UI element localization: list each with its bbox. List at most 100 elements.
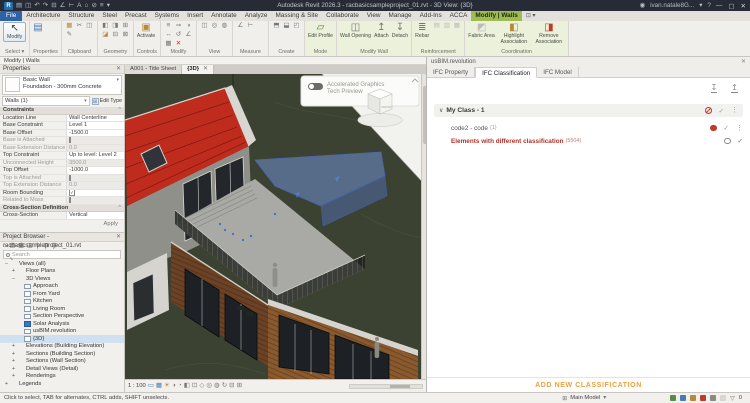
browser-item-renderings[interactable]: +Renderings <box>0 373 124 381</box>
create-group-icon[interactable]: ⬒ <box>272 22 281 30</box>
create-assembly-icon[interactable]: ◰ <box>292 22 301 30</box>
browser-item-3d-views[interactable]: −3D Views <box>0 275 124 283</box>
add-new-classification-button[interactable]: ADD NEW CLASSIFICATION <box>427 377 750 392</box>
different-classification-row[interactable]: Elements with different classification (… <box>451 135 743 147</box>
rebar-button[interactable]: ≣Rebar <box>415 22 429 40</box>
remove-association-button[interactable]: ◨Remove Association <box>533 22 565 45</box>
browser-item-usbim-revolution[interactable]: usBIM.revolution <box>0 328 124 336</box>
ribbon-tab-collaborate[interactable]: Collaborate <box>322 11 363 21</box>
align-icon[interactable]: ≡ <box>164 22 173 30</box>
classification-code-row[interactable]: code2 - code (1) ✓ ⋮ <box>451 122 743 134</box>
properties-close-icon[interactable]: ✕ <box>116 65 121 73</box>
browser-edit-icon[interactable]: ✎ <box>36 242 41 250</box>
save-icon[interactable]: ◫ <box>25 0 31 11</box>
browser-item-living-room[interactable]: Living Room <box>0 305 124 313</box>
browser-item--3d-[interactable]: {3D} <box>0 335 124 343</box>
group-collapse-icon[interactable]: ^ <box>118 205 124 212</box>
browser-item-sections-building-section-[interactable]: +Sections (Building Section) <box>0 350 124 358</box>
tree-expand-icon[interactable]: + <box>10 351 17 357</box>
ribbon-tab-view[interactable]: View <box>363 11 385 21</box>
undo-icon[interactable]: ↶ <box>34 0 39 11</box>
edit-type-button[interactable]: ⊞ Edit Type <box>92 98 122 105</box>
ribbon-tab-manage[interactable]: Manage <box>385 11 416 21</box>
constraints-icon[interactable]: ⊟ <box>229 380 234 392</box>
measure-icon[interactable]: ∠ <box>60 0 66 11</box>
model-3d-view[interactable]: Accelerated Graphics Tech Preview FRONT <box>125 74 426 379</box>
text-icon[interactable]: A <box>77 0 81 11</box>
apply-button[interactable]: Apply <box>0 220 124 228</box>
visibility-icon[interactable]: ◎ <box>210 22 219 30</box>
cut-icon[interactable]: ✂ <box>75 22 84 30</box>
type-selector-caret-icon[interactable]: ▾ <box>116 77 119 93</box>
browser-item-floor-plans[interactable]: +Floor Plans <box>0 268 124 276</box>
visual-style-icon[interactable]: ▭ <box>148 380 154 392</box>
detach-button[interactable]: ↧Detach <box>392 22 408 40</box>
browser-item-views-all-[interactable]: −Views (all) <box>0 260 124 268</box>
import-classification-icon[interactable]: ↧ <box>711 83 718 93</box>
temporary-hide-icon[interactable]: ◎ <box>206 380 212 392</box>
lock-view-icon[interactable]: ◇ <box>199 380 204 392</box>
workset-selector[interactable]: Main Model <box>570 395 600 401</box>
color-dot-icon[interactable] <box>710 125 717 132</box>
hide-elements-icon[interactable] <box>705 107 712 114</box>
browser-list-icon[interactable]: ▤ <box>10 242 16 250</box>
ribbon-tab-add-ins[interactable]: Add-Ins <box>416 11 446 21</box>
property-value[interactable]: Level 1 <box>66 122 124 129</box>
redo-icon[interactable]: ↷ <box>43 0 48 11</box>
account-caret-icon[interactable]: ▾ <box>699 2 702 9</box>
rotate-icon[interactable]: ↺ <box>174 31 183 39</box>
tree-expand-icon[interactable]: + <box>10 343 17 349</box>
view-tab-close-icon[interactable]: ✕ <box>203 66 208 72</box>
view-tab--3d-[interactable]: {3D}✕ <box>182 65 214 74</box>
tree-expand-icon[interactable]: − <box>3 261 10 267</box>
tab-ifc-classification[interactable]: IFC Classification <box>475 67 537 78</box>
thin-lines-icon[interactable]: ≡ <box>100 0 104 11</box>
demolish-icon[interactable]: ⊠ <box>121 31 130 39</box>
drawing-area[interactable]: Accelerated Graphics Tech Preview FRONT <box>125 74 426 379</box>
browser-search-input[interactable]: Search <box>3 250 121 259</box>
browser-filter-icon[interactable]: ⊟ <box>44 242 49 250</box>
print-icon[interactable]: ⊟ <box>51 0 56 11</box>
ribbon-tab-systems[interactable]: Systems <box>151 11 184 21</box>
browser-item-from-yard[interactable]: From Yard <box>0 290 124 298</box>
ribbon-tab-acca[interactable]: ACCA <box>446 11 472 21</box>
element-filter-select[interactable]: Walls (1) ▾ <box>2 96 90 106</box>
export-classification-icon[interactable]: ↥ <box>731 83 738 93</box>
browser-item-approach[interactable]: Approach <box>0 283 124 291</box>
open-icon[interactable]: ▤ <box>16 0 22 11</box>
modify-tool-button[interactable]: ↖Modify <box>3 22 26 42</box>
maximize-button[interactable]: ▢ <box>728 2 734 10</box>
ribbon-tab-architecture[interactable]: Architecture <box>22 11 64 21</box>
ribbon-tab-insert[interactable]: Insert <box>183 11 207 21</box>
tree-expand-icon[interactable]: + <box>10 366 17 372</box>
fabric-sheet-icon[interactable]: ▦ <box>452 22 461 30</box>
link-icon[interactable] <box>680 395 686 401</box>
paste-icon[interactable]: ▦ <box>65 22 74 30</box>
checkbox[interactable]: ✓ <box>69 190 75 196</box>
type-selector[interactable]: Basic Wall Foundation - 300mm Concrete ▾ <box>2 75 122 95</box>
crop-region-icon[interactable]: ⊡ <box>192 380 197 392</box>
ribbon-tab-annotate[interactable]: Annotate <box>207 11 241 21</box>
ribbon-tab-overflow-icon[interactable]: ⊡ ▾ <box>522 11 540 21</box>
user-avatar-icon[interactable]: ◉ <box>640 2 646 9</box>
tree-expand-icon[interactable]: − <box>10 276 17 282</box>
browser-item-sections-wall-section-[interactable]: +Sections (Wall Section) <box>0 358 124 366</box>
tree-expand-icon[interactable]: + <box>3 381 10 387</box>
default-3d-view-icon[interactable]: ⌂ <box>85 0 89 11</box>
group-collapse-icon[interactable]: ^ <box>118 107 124 114</box>
ribbon-tab-precast[interactable]: Precast <box>121 11 151 21</box>
property-value[interactable]: Wall Centerline <box>66 115 124 122</box>
background-process-icon[interactable] <box>720 395 726 401</box>
tree-expand-icon[interactable]: + <box>10 373 17 379</box>
usbim-close-icon[interactable]: ✕ <box>741 57 746 67</box>
measure-tool-icon[interactable]: ∠ <box>236 22 245 30</box>
browser-home-icon[interactable]: ⌂ <box>3 242 7 250</box>
worksharing-icon[interactable]: ⊞ <box>237 380 242 392</box>
detail-level-icon[interactable]: ▦ <box>156 380 162 392</box>
property-value[interactable]: -1000.0 <box>66 167 124 174</box>
section-icon[interactable]: ⊘ <box>91 0 96 11</box>
property-value[interactable]: -1500.0 <box>66 130 124 137</box>
classification-group-row[interactable]: ∨ My Class - 1 ✓ ⋮ <box>434 104 743 117</box>
rendering-icon[interactable]: ◔ <box>178 380 182 392</box>
property-value[interactable]: ✓ <box>66 190 124 197</box>
